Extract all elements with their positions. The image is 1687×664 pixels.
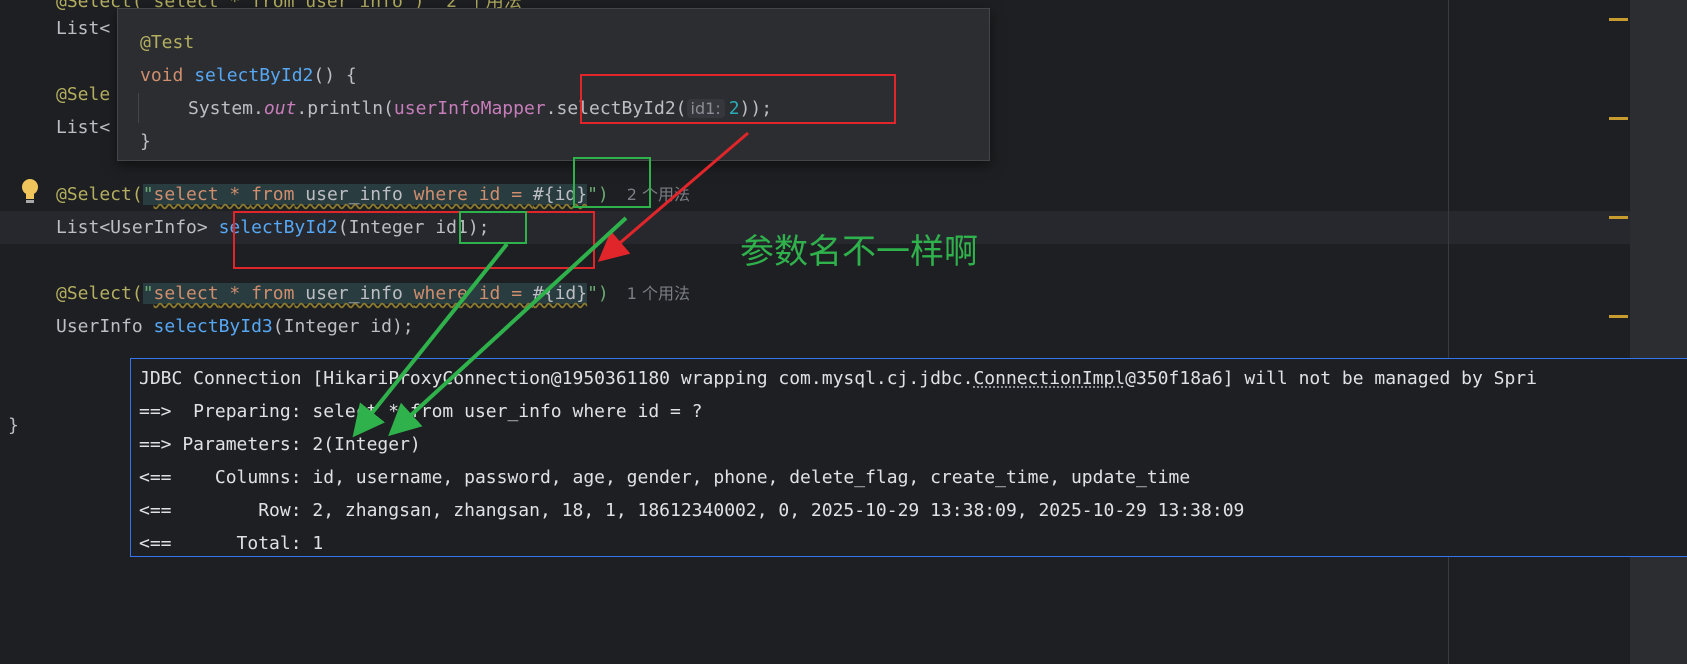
code-line-closing-brace[interactable]: } (8, 409, 19, 442)
sql-text: * (218, 283, 252, 304)
sql-param: #{id} (532, 283, 588, 304)
console-line-parameters: ==> Parameters: 2(Integer) (139, 434, 421, 455)
popup-closing-brace: } (140, 131, 151, 152)
void-keyword: void (140, 65, 195, 86)
code-line-select-id3[interactable]: @Select("select * from user_info where i… (56, 277, 690, 310)
code-line-list-2[interactable]: List< (56, 111, 110, 144)
right-margin-guide (1448, 0, 1449, 664)
code-line-method-id3[interactable]: UserInfo selectById3(Integer id); (56, 310, 414, 343)
sql-text: id = (467, 283, 533, 304)
warning-stripe-marker[interactable] (1609, 18, 1628, 21)
console-line-row: <== Row: 2, zhangsan, zhangsan, 18, 1, 1… (139, 500, 1245, 521)
console-text: JDBC Connection [HikariProxyConnection@1… (139, 368, 974, 389)
method-signature-rest: () { (313, 65, 357, 86)
sql-keyword: from (251, 184, 295, 205)
closing-brace: } (8, 415, 19, 436)
warning-stripe-marker[interactable] (1609, 315, 1628, 318)
console-line-columns: <== Columns: id, username, password, age… (139, 467, 1191, 488)
mapper-variable[interactable]: userInfoMapper (394, 98, 546, 119)
sql-text: id = (467, 184, 533, 205)
red-highlight-box-method (233, 211, 595, 269)
editor-scrollbar-gutter[interactable] (1630, 0, 1687, 664)
console-line: JDBC Connection [HikariProxyConnection@1… (139, 362, 1537, 395)
sql-table: user_info (294, 184, 414, 205)
console-line-total: <== Total: 1 (139, 533, 324, 554)
list-type-text: List< (56, 117, 111, 138)
select-annotation: @Select( (56, 184, 143, 205)
code-line-list-1[interactable]: List< (56, 12, 110, 45)
connection-impl-link[interactable]: ConnectionImpl (973, 368, 1125, 389)
lightbulb-icon[interactable] (20, 178, 40, 206)
select-annotation-partial: @Sele (56, 84, 111, 105)
return-type: List<UserInfo> (56, 217, 219, 238)
sql-text: * (218, 184, 252, 205)
sql-keyword: select (153, 184, 219, 205)
println-call: .println( (296, 98, 394, 119)
sql-keyword: select (153, 283, 219, 304)
test-annotation: @Test (140, 32, 195, 53)
console-line-preparing: ==> Preparing: select * from user_info w… (139, 401, 703, 422)
sql-keyword: from (251, 283, 295, 304)
string-close: ") (587, 283, 609, 304)
test-method-name[interactable]: selectById2 (194, 65, 313, 86)
method-params: (Integer id); (272, 316, 414, 337)
method-name-selectById3[interactable]: selectById3 (154, 316, 273, 337)
sql-table: user_info (294, 283, 414, 304)
out-field: out (263, 98, 297, 119)
code-line-select-partial[interactable]: @Sele (56, 78, 110, 111)
green-highlight-box-sql-param (573, 157, 651, 208)
sql-keyword: where (413, 184, 468, 205)
warning-stripe-marker[interactable] (1609, 117, 1628, 120)
list-type-text: List< (56, 18, 111, 39)
system-text: System. (188, 98, 264, 119)
annotation-note: 参数名不一样啊 (740, 232, 978, 272)
green-highlight-box-param-name (459, 211, 527, 244)
usages-hint[interactable]: 1 个用法 (627, 284, 690, 303)
red-highlight-box-call (580, 74, 896, 124)
select-annotation: @Select( (56, 283, 143, 304)
warning-stripe-marker[interactable] (1609, 216, 1628, 219)
sql-log-console[interactable]: JDBC Connection [HikariProxyConnection@1… (130, 358, 1687, 557)
return-type: UserInfo (56, 316, 154, 337)
console-text: @350f18a6] will not be managed by Spri (1125, 368, 1537, 389)
sql-keyword: where (413, 283, 468, 304)
